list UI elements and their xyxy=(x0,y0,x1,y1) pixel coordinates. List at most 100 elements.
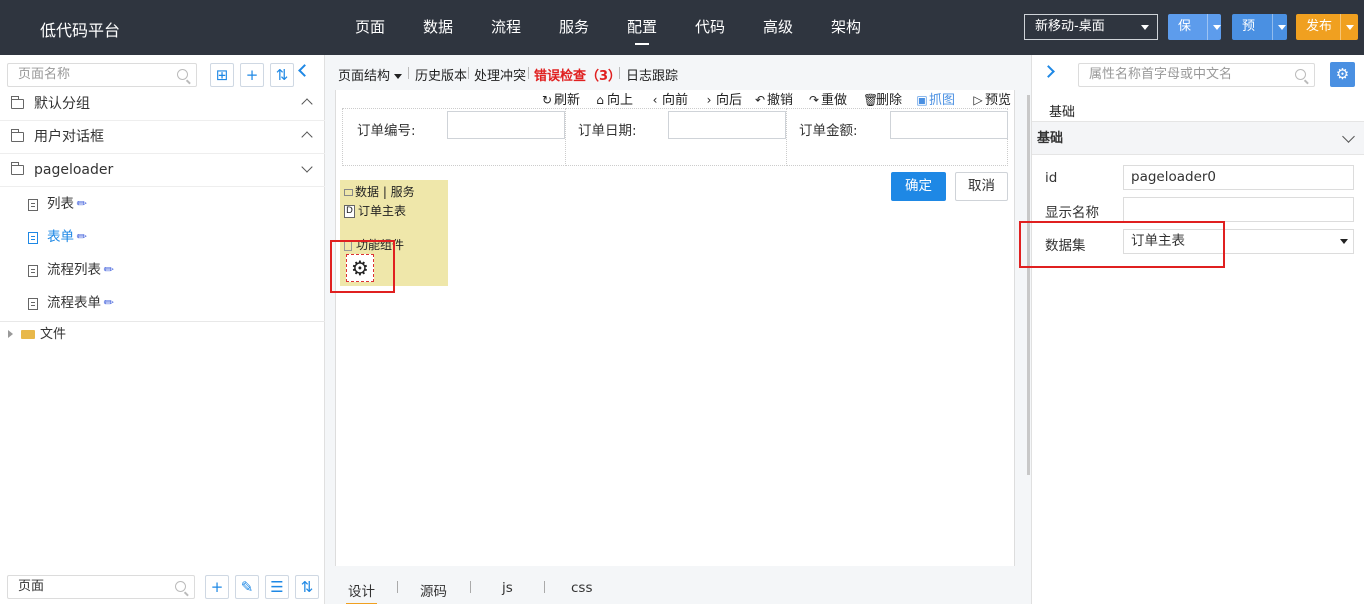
nav-code[interactable]: 代码 xyxy=(676,0,744,55)
page-item-form[interactable]: 表单✎ xyxy=(0,221,325,254)
log-trace-button[interactable]: 日志跟踪 xyxy=(626,65,678,84)
nav-service[interactable]: 服务 xyxy=(540,0,608,55)
search-icon xyxy=(175,581,186,592)
plus-icon: + xyxy=(210,578,224,596)
file-node-label: 文件 xyxy=(40,327,67,342)
group-label: 用户对话框 xyxy=(34,129,104,145)
bottom-search-input[interactable]: 页面 xyxy=(7,575,195,599)
preview-label: 预览 xyxy=(1242,19,1256,34)
device-select-value: 新移动-桌面 xyxy=(1035,19,1105,34)
undo-action[interactable]: ↶ 撤销 xyxy=(754,90,793,110)
preview-dropdown-icon[interactable] xyxy=(1271,14,1287,40)
group-default[interactable]: 默认分组 xyxy=(0,88,325,121)
add-folder-button[interactable]: ⊞ xyxy=(210,63,234,87)
order-date-input[interactable] xyxy=(668,111,786,139)
nav-flow[interactable]: 流程 xyxy=(472,0,540,55)
image-icon: ▣ xyxy=(916,93,928,107)
nav-page[interactable]: 页面 xyxy=(336,0,404,55)
prop-id-value: pageloader0 xyxy=(1131,169,1217,185)
prop-id-label: id xyxy=(1045,170,1058,186)
add-page-button[interactable]: + xyxy=(240,63,264,87)
canvas-scrollbar[interactable] xyxy=(1027,95,1030,475)
preview-action[interactable]: ▷ 预览 xyxy=(972,90,1011,110)
refresh-action[interactable]: ↻ 刷新 xyxy=(541,90,580,110)
cancel-button[interactable]: 取消 xyxy=(955,172,1008,201)
design-canvas[interactable]: ↻ 刷新 ⌂ 向上 ‹ 向前 › 向后 ↶ 撤销 ↷ 重做 🗑删除 ▣抓图 ▷ 预览 订单编号… xyxy=(330,90,1015,566)
sort-button[interactable]: ⇅ xyxy=(270,63,294,87)
trash-icon: 🗑 xyxy=(863,93,879,107)
order-date-label: 订单日期: xyxy=(578,123,637,139)
sort-icon: ⇅ xyxy=(300,578,314,596)
nav-data[interactable]: 数据 xyxy=(404,0,472,55)
chevron-down-icon[interactable] xyxy=(1342,130,1355,143)
chevron-up-icon[interactable] xyxy=(301,98,313,110)
publish-dropdown-icon[interactable] xyxy=(1340,14,1358,40)
tab-js[interactable]: js xyxy=(502,580,513,596)
chevron-left-icon: ‹ xyxy=(652,93,658,107)
save-dropdown-icon[interactable] xyxy=(1206,14,1221,40)
backward-action[interactable]: › 向后 xyxy=(703,90,742,110)
folder-icon xyxy=(10,129,24,142)
page-item-list[interactable]: 列表✎ xyxy=(0,188,325,221)
prop-display-name-label: 显示名称 xyxy=(1045,205,1099,221)
page-structure-menu[interactable]: 页面结构 xyxy=(338,65,403,84)
search-icon xyxy=(1295,69,1306,80)
chevron-down-icon xyxy=(1141,25,1149,30)
expand-icon[interactable] xyxy=(8,330,13,338)
property-search-input[interactable]: 属性名称首字母或中文名 xyxy=(1078,63,1315,87)
error-check-button[interactable]: 错误检查（3） xyxy=(534,65,621,84)
home-icon: ⌂ xyxy=(596,93,604,107)
page-icon xyxy=(28,265,38,277)
nav-architecture[interactable]: 架构 xyxy=(812,0,880,55)
basic-section-header[interactable]: 基础 xyxy=(1032,122,1364,155)
tab-source[interactable]: 源码 xyxy=(420,580,447,600)
chevron-right-icon[interactable] xyxy=(1042,65,1055,78)
redo-action[interactable]: ↷ 重做 xyxy=(808,90,847,110)
forward-action[interactable]: ‹ 向前 xyxy=(649,90,688,110)
page-search-input[interactable]: 页面名称 xyxy=(7,63,197,87)
nav-advanced[interactable]: 高级 xyxy=(744,0,812,55)
collapse-left-icon[interactable] xyxy=(298,64,311,77)
sort-button-bottom[interactable]: ⇅ xyxy=(295,575,319,599)
delete-action[interactable]: 🗑删除 xyxy=(863,90,902,110)
page-structure-label: 页面结构 xyxy=(338,69,391,84)
up-action[interactable]: ⌂ 向上 xyxy=(594,90,633,110)
save-button[interactable]: 保存 xyxy=(1168,14,1221,40)
screenshot-action[interactable]: ▣抓图 xyxy=(916,90,955,110)
page-icon xyxy=(28,199,38,211)
prop-id-input[interactable]: pageloader0 xyxy=(1123,165,1354,190)
page-item-flow-form[interactable]: 流程表单✎ xyxy=(0,287,325,320)
tools-button[interactable]: ✎ xyxy=(235,575,259,599)
order-amount-input[interactable] xyxy=(890,111,1008,139)
settings-button[interactable]: ⚙ xyxy=(1330,62,1355,87)
divider xyxy=(470,581,471,593)
save-label: 保存 xyxy=(1178,19,1192,34)
order-no-input[interactable] xyxy=(447,111,565,139)
tab-design[interactable]: 设计 xyxy=(346,580,377,604)
device-select[interactable]: 新移动-桌面 xyxy=(1024,14,1158,40)
group-user-dialog[interactable]: 用户对话框 xyxy=(0,121,325,154)
chevron-down-icon[interactable] xyxy=(301,161,313,173)
backward-label: 向后 xyxy=(716,93,743,108)
add-button[interactable]: + xyxy=(205,575,229,599)
group-pageloader[interactable]: pageloader xyxy=(0,154,325,187)
preview-label: 预览 xyxy=(985,93,1012,108)
page-item-flow-list[interactable]: 流程列表✎ xyxy=(0,254,325,287)
group-label: 默认分组 xyxy=(34,96,90,112)
list-order-button[interactable]: ☰ xyxy=(265,575,289,599)
tab-basic[interactable]: 基础 xyxy=(1049,101,1075,120)
nav-config[interactable]: 配置 xyxy=(608,0,676,55)
chevron-up-icon[interactable] xyxy=(301,131,313,143)
prop-display-name-input[interactable] xyxy=(1123,197,1354,222)
property-tabs: 基础 xyxy=(1032,95,1364,122)
confirm-button[interactable]: 确定 xyxy=(891,172,946,201)
tab-css[interactable]: css xyxy=(571,580,593,596)
history-button[interactable]: 历史版本 xyxy=(415,65,467,84)
preview-button[interactable]: 预览 xyxy=(1232,14,1287,40)
publish-button[interactable]: 发布 xyxy=(1296,14,1358,40)
page-item-label: 流程列表 xyxy=(47,262,101,278)
sort-icon: ⇅ xyxy=(275,66,289,84)
conflict-button[interactable]: 处理冲突 xyxy=(474,65,526,84)
divider xyxy=(408,67,409,79)
component-data-item[interactable]: D 订单主表 xyxy=(344,202,406,219)
